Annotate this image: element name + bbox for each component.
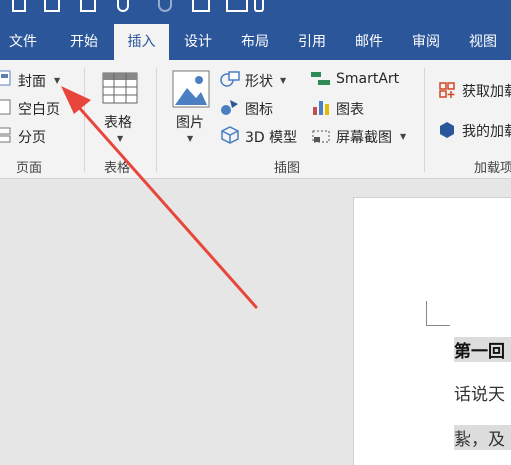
tab-insert[interactable]: 插入 [114, 24, 169, 60]
format-painter-icon[interactable] [192, 0, 210, 12]
get-addins-button[interactable]: 获取加载 [436, 78, 511, 102]
document-text-line: 紥，及 [454, 425, 511, 450]
shapes-button[interactable]: 形状 ▼ [220, 68, 296, 92]
get-addins-label: 获取加载 [462, 84, 511, 100]
blank-page-button[interactable]: 空白页 [0, 96, 72, 120]
chevron-down-icon: ▼ [400, 132, 407, 141]
blank-page-label: 空白页 [18, 102, 60, 118]
document-text-line: 话说天 [454, 385, 505, 405]
smartart-label: SmartArt [336, 71, 400, 87]
tab-review[interactable]: 审阅 [400, 24, 452, 60]
screenshot-button[interactable]: 屏幕截图 ▼ [310, 124, 416, 148]
3d-models-label: 3D 模型 [245, 130, 298, 146]
tab-home[interactable]: 开始 [57, 24, 111, 60]
shapes-label: 形状 [245, 74, 273, 90]
icons-icon [221, 100, 238, 115]
chart-button[interactable]: 图表 [310, 96, 390, 120]
table-button[interactable]: 表格 ▼ [92, 68, 148, 150]
shapes-icon [220, 71, 240, 87]
page-break-icon [0, 127, 11, 143]
picture-icon [172, 70, 210, 108]
cover-page-icon [0, 70, 11, 86]
print-preview-icon[interactable] [80, 0, 96, 12]
group-divider [84, 68, 85, 172]
chevron-down-icon: ▼ [117, 134, 124, 143]
tab-view[interactable]: 视图 [457, 24, 509, 60]
group-label-illustrations: 插图 [274, 161, 301, 176]
customize-dropdown-icon[interactable] [254, 0, 264, 12]
document-page[interactable]: 第一回 话说天 紥，及 [353, 197, 511, 465]
ribbon-tabs: 文件 开始 插入 设计 布局 引用 邮件 审阅 视图 [0, 24, 511, 60]
redo-icon[interactable] [158, 0, 172, 12]
cover-page-button[interactable]: 封面 ▼ [0, 68, 72, 92]
pictures-button[interactable]: 图片 ▼ [164, 68, 216, 150]
margin-corner-mark [426, 301, 427, 325]
group-divider [424, 68, 425, 172]
group-label-pages: 页面 [16, 161, 43, 176]
title-bar [0, 0, 511, 24]
pictures-label: 图片 [176, 115, 204, 131]
cover-page-label: 封面 [18, 74, 46, 90]
undo-icon[interactable] [117, 0, 129, 12]
icons-label: 图标 [245, 102, 273, 118]
page-break-button[interactable]: 分页 [0, 124, 72, 148]
ribbon-insert: 封面 ▼ 空白页 分页 页面 表格 ▼ 表格 图片 ▼ 形状 ▼ 图标 3D 模… [0, 60, 511, 179]
document-canvas[interactable]: 第一回 话说天 紥，及 [0, 179, 511, 465]
chevron-down-icon: ▼ [54, 76, 61, 85]
group-divider [156, 68, 157, 172]
chevron-down-icon: ▼ [187, 134, 194, 143]
table-label: 表格 [104, 115, 132, 131]
tab-layout[interactable]: 布局 [229, 24, 281, 60]
screenshot-icon [312, 130, 330, 143]
chevron-down-icon: ▼ [280, 76, 287, 85]
open-folder-icon[interactable] [226, 0, 248, 12]
cube-icon [221, 126, 239, 144]
chart-label: 图表 [336, 102, 364, 118]
margin-corner-mark [426, 325, 450, 326]
tab-mailings[interactable]: 邮件 [343, 24, 395, 60]
icons-button[interactable]: 图标 [220, 96, 296, 120]
page-break-label: 分页 [18, 130, 46, 146]
new-document-icon[interactable] [44, 0, 60, 12]
my-addins-button[interactable]: 我的加载 [436, 118, 511, 142]
screenshot-label: 屏幕截图 [336, 130, 392, 146]
smartart-button[interactable]: SmartArt [310, 68, 410, 92]
blank-page-icon [0, 99, 11, 115]
table-icon [102, 72, 138, 104]
tab-references[interactable]: 引用 [286, 24, 338, 60]
bar-chart-icon [313, 101, 329, 115]
3d-models-button[interactable]: 3D 模型 [220, 124, 304, 148]
store-icon [439, 82, 455, 98]
tab-file[interactable]: 文件 [0, 24, 46, 60]
my-addins-label: 我的加载 [462, 124, 511, 140]
document-heading: 第一回 [454, 337, 511, 362]
save-icon[interactable] [12, 0, 26, 12]
smartart-icon [311, 72, 330, 85]
group-label-addins: 加载项 [474, 161, 511, 176]
tab-design[interactable]: 设计 [172, 24, 224, 60]
my-addins-icon [440, 122, 454, 138]
group-label-tables: 表格 [104, 161, 131, 176]
